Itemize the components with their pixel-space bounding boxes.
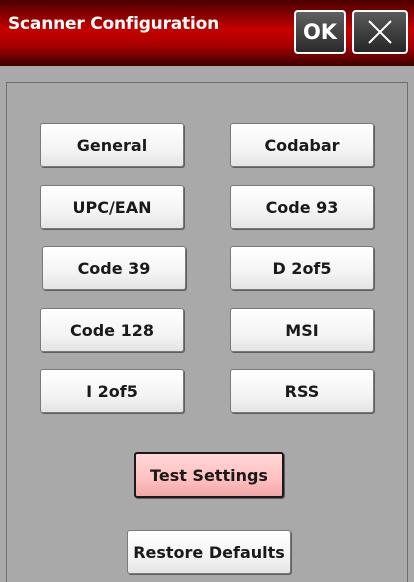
rss-button[interactable]: RSS	[230, 369, 374, 413]
code-93-button[interactable]: Code 93	[230, 185, 374, 229]
close-button[interactable]	[352, 10, 408, 54]
restore-defaults-button[interactable]: Restore Defaults	[127, 530, 291, 574]
code-39-button[interactable]: Code 39	[42, 246, 186, 290]
ok-button-label: OK	[302, 20, 338, 44]
code-128-button[interactable]: Code 128	[40, 308, 184, 352]
general-button[interactable]: General	[40, 123, 184, 167]
upc-ean-button[interactable]: UPC/EAN	[40, 185, 184, 229]
window-title: Scanner Configuration	[8, 14, 219, 34]
codabar-button[interactable]: Codabar	[230, 123, 374, 167]
test-settings-button[interactable]: Test Settings	[134, 452, 284, 498]
ok-button[interactable]: OK	[294, 10, 346, 54]
close-icon	[368, 20, 392, 44]
title-bar: Scanner Configuration OK	[0, 0, 414, 66]
d-2of5-button[interactable]: D 2of5	[230, 246, 374, 290]
i-2of5-button[interactable]: I 2of5	[40, 369, 184, 413]
msi-button[interactable]: MSI	[230, 308, 374, 352]
scanner-configuration-window: Scanner Configuration OK General Codabar…	[0, 0, 414, 582]
